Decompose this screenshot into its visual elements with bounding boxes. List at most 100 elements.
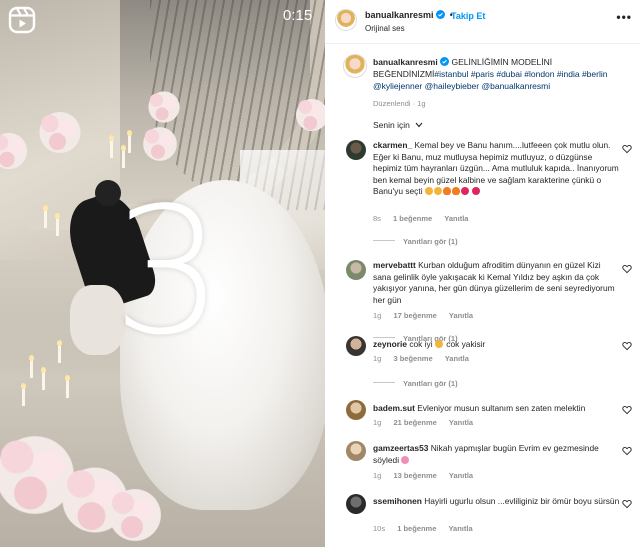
- post-header: banualkanresmi • Takip Et Orijinal ses •…: [325, 0, 640, 44]
- comment-time[interactable]: 10s: [373, 524, 385, 533]
- emoji-icon: [472, 187, 481, 195]
- comment-likes[interactable]: 21 beğenme: [393, 418, 436, 427]
- comment-item: ssemihonen Hayirli ugurlu olsun ...evlil…: [346, 494, 636, 536]
- reel-video[interactable]: 3 0:15: [0, 0, 325, 547]
- replies-line: [373, 382, 395, 383]
- hashtag[interactable]: #india: [557, 69, 580, 79]
- caption-username[interactable]: banualkanresmi: [373, 57, 438, 67]
- hashtag[interactable]: #berlin: [582, 69, 608, 79]
- post-caption: banualkanresmi GELİNLİĞİMİN MODELİNİ BEĞ…: [373, 56, 635, 110]
- comment-username[interactable]: gamzeertas53: [373, 443, 428, 453]
- flower-arrangement: [35, 110, 85, 155]
- comment-time[interactable]: 1g: [373, 471, 381, 480]
- comment-avatar[interactable]: [346, 400, 366, 420]
- comment-meta: 1g 13 beğenme Yanıtla: [373, 471, 483, 480]
- candle: [43, 205, 48, 228]
- flower-arrangement: [140, 125, 180, 163]
- comment-text: ssemihonen Hayirli ugurlu olsun ...evlil…: [373, 496, 621, 508]
- like-heart-icon[interactable]: [622, 341, 632, 351]
- comment-meta: 1g 21 beğenme Yanıtla: [373, 418, 483, 427]
- comment-time[interactable]: 1g: [373, 311, 381, 320]
- emoji-icon: [442, 187, 451, 195]
- comment-text: badem.sut Evleniyor musun sultanım sen z…: [373, 403, 621, 415]
- mention[interactable]: @haileybieber: [425, 81, 479, 91]
- avatar[interactable]: [335, 9, 357, 31]
- comment-avatar[interactable]: [346, 441, 366, 461]
- comment-username[interactable]: zeynorie: [373, 339, 407, 349]
- reply-button[interactable]: Yanıtla: [449, 471, 473, 480]
- comment-time[interactable]: 8s: [373, 214, 381, 223]
- post-side-panel: banualkanresmi • Takip Et Orijinal ses •…: [325, 0, 640, 547]
- candle: [121, 145, 126, 168]
- comment-likes[interactable]: 13 beğenme: [393, 471, 436, 480]
- emoji-icon: [451, 187, 460, 195]
- reply-button[interactable]: Yanıtla: [449, 311, 473, 320]
- chevron-down-icon: [415, 122, 423, 128]
- comment-avatar[interactable]: [346, 336, 366, 356]
- comment-sort-dropdown[interactable]: Senin için: [373, 120, 423, 130]
- author-name[interactable]: banualkanresmi: [365, 10, 434, 20]
- hashtag[interactable]: #dubai: [496, 69, 522, 79]
- comment-item: badem.sut Evleniyor musun sultanım sen z…: [346, 400, 636, 430]
- comment-meta: 1g 3 beğenme Yanıtla: [373, 354, 479, 363]
- comment-avatar[interactable]: [346, 494, 366, 514]
- comment-body: Hayirli ugurlu olsun ...evliliginiz bir …: [424, 496, 620, 506]
- comment-item: mervebattt Kurban olduğum afroditim düny…: [346, 258, 636, 328]
- comment-username[interactable]: mervebattt: [373, 260, 416, 270]
- candle: [55, 213, 60, 236]
- hashtag[interactable]: #istanbul: [434, 69, 468, 79]
- reels-icon[interactable]: [8, 6, 36, 34]
- comment-likes[interactable]: 17 beğenme: [393, 311, 436, 320]
- comment-text: ckarmen_ Kemal bey ve Banu hanım....lutf…: [373, 140, 621, 198]
- mention[interactable]: @banualkanresmi: [481, 81, 550, 91]
- like-heart-icon[interactable]: [622, 446, 632, 456]
- comment-avatar[interactable]: [346, 260, 366, 280]
- caption-avatar[interactable]: [343, 54, 367, 78]
- mention[interactable]: @kyliejenner: [373, 81, 422, 91]
- emoji-icon: [434, 340, 443, 348]
- hashtag[interactable]: #paris: [471, 69, 494, 79]
- reply-button[interactable]: Yanıtla: [445, 354, 469, 363]
- reply-button[interactable]: Yanıtla: [444, 214, 468, 223]
- more-options-icon[interactable]: •••: [616, 10, 632, 24]
- comment-time[interactable]: 1g: [373, 418, 381, 427]
- view-replies-button[interactable]: Yanıtları gör (1): [373, 379, 458, 388]
- comment-avatar[interactable]: [346, 140, 366, 160]
- video-timer: 0:15: [283, 7, 313, 24]
- hashtag[interactable]: #london: [524, 69, 554, 79]
- comment-text: gamzeertas53 Nikah yapmışlar bugün Evrim…: [373, 443, 621, 466]
- comment-username[interactable]: ckarmen_: [373, 140, 412, 150]
- like-heart-icon[interactable]: [622, 405, 632, 415]
- replies-line: [373, 240, 395, 241]
- caption-edited-time: Düzenlendi · 1g: [373, 99, 426, 108]
- comment-body: cok iyi: [409, 339, 433, 349]
- like-heart-icon[interactable]: [622, 264, 632, 274]
- candle: [57, 340, 62, 363]
- emoji-icon: [424, 187, 433, 195]
- candle: [21, 383, 26, 406]
- comment-body-end: cok yakisir: [446, 339, 486, 349]
- comment-body: Evleniyor musun sultanım sen zaten melek…: [417, 403, 586, 413]
- comment-likes[interactable]: 3 beğenme: [393, 354, 432, 363]
- comment-item: gamzeertas53 Nikah yapmışlar bugün Evrim…: [346, 441, 636, 483]
- author-username[interactable]: banualkanresmi •: [365, 10, 455, 20]
- flower-arrangement: [105, 485, 165, 545]
- like-heart-icon[interactable]: [622, 499, 632, 509]
- comment-username[interactable]: badem.sut: [373, 403, 415, 413]
- view-replies-button[interactable]: Yanıtları gör (1): [373, 237, 458, 246]
- reply-button[interactable]: Yanıtla: [449, 418, 473, 427]
- like-heart-icon[interactable]: [622, 144, 632, 154]
- comment-likes[interactable]: 1 beğenme: [393, 214, 432, 223]
- reply-button[interactable]: Yanıtla: [448, 524, 472, 533]
- comment-likes[interactable]: 1 beğenme: [397, 524, 436, 533]
- comment-username[interactable]: ssemihonen: [373, 496, 422, 506]
- follow-button[interactable]: Takip Et: [451, 11, 485, 21]
- emoji-icon: [401, 455, 410, 464]
- comment-item: ckarmen_ Kemal bey ve Banu hanım....lutf…: [346, 138, 636, 238]
- comment-time[interactable]: 1g: [373, 354, 381, 363]
- candle: [29, 355, 34, 378]
- audio-label[interactable]: Orijinal ses: [365, 24, 405, 33]
- candle: [41, 367, 46, 390]
- candle: [109, 135, 114, 158]
- verified-icon: [440, 57, 450, 66]
